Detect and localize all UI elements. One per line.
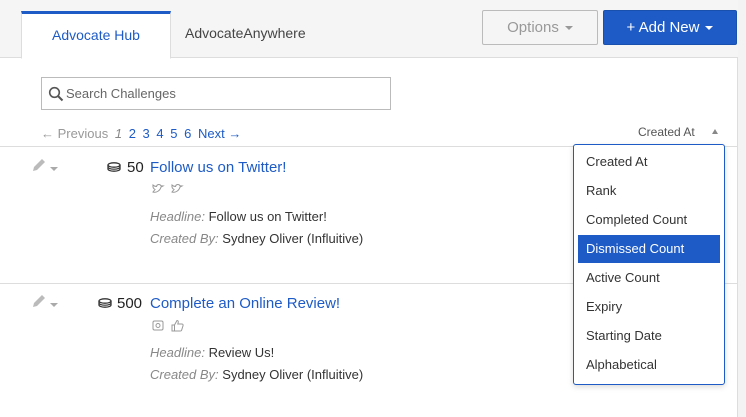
sort-option-completed-count[interactable]: Completed Count xyxy=(578,206,720,234)
sort-caret-icon[interactable] xyxy=(712,129,718,134)
sort-option-expiry[interactable]: Expiry xyxy=(578,293,720,321)
pager-page-5[interactable]: 5 xyxy=(170,126,177,141)
headline-key: Headline: xyxy=(150,209,205,224)
sort-option-dismissed-count[interactable]: Dismissed Count xyxy=(578,235,720,263)
pager-page-3[interactable]: 3 xyxy=(143,126,150,141)
pencil-icon xyxy=(33,159,45,171)
chevron-down-icon xyxy=(705,26,714,31)
thumbs-up-icon xyxy=(171,319,184,332)
review-icon xyxy=(152,320,164,331)
options-button[interactable]: Options xyxy=(482,10,598,45)
pagination: ← Previous 1 2 3 4 5 6 Next → xyxy=(41,126,244,141)
add-new-button[interactable]: + Add New xyxy=(603,10,737,45)
pencil-icon xyxy=(33,295,45,307)
headline-key: Headline: xyxy=(150,345,205,360)
pager-page-6[interactable]: 6 xyxy=(184,126,191,141)
twitter-bird-icon xyxy=(152,183,184,193)
sort-option-rank[interactable]: Rank xyxy=(578,177,720,205)
pager-next[interactable]: Next → xyxy=(198,126,241,141)
chevron-down-icon xyxy=(50,166,58,171)
headline-value: Review Us! xyxy=(208,345,275,360)
pager-current-page: 1 xyxy=(114,126,123,141)
challenge-created-by: Created By: Sydney Oliver (Influitive) xyxy=(150,231,363,246)
sort-dropdown-menu: Created At Rank Completed Count Dismisse… xyxy=(573,144,725,385)
pager-previous[interactable]: ← Previous xyxy=(41,126,108,141)
sort-option-alphabetical[interactable]: Alphabetical xyxy=(578,351,720,379)
coins-icon xyxy=(98,297,112,315)
search-box[interactable] xyxy=(41,77,391,110)
challenge-title[interactable]: Follow us on Twitter! xyxy=(150,159,286,176)
chevron-down-icon xyxy=(50,302,58,307)
challenge-headline: Headline: Review Us! xyxy=(150,345,274,360)
add-new-button-label: + Add New xyxy=(626,19,700,36)
challenge-title[interactable]: Complete an Online Review! xyxy=(150,295,340,312)
created-by-value: Sydney Oliver (Influitive) xyxy=(222,231,364,246)
coins-icon xyxy=(107,161,121,179)
tab-advocate-hub[interactable]: Advocate Hub xyxy=(21,11,171,59)
search-icon xyxy=(48,86,64,107)
pager-page-4[interactable]: 4 xyxy=(156,126,163,141)
sort-option-starting-date[interactable]: Starting Date xyxy=(578,322,720,350)
sort-select[interactable]: Created At xyxy=(638,125,695,139)
headline-value: Follow us on Twitter! xyxy=(208,209,327,224)
edit-menu-toggle[interactable] xyxy=(31,293,58,314)
twitter-icons xyxy=(151,183,187,202)
tab-bar: Advocate Hub AdvocateAnywhere Options + … xyxy=(0,0,738,59)
chevron-down-icon xyxy=(564,26,573,31)
edit-menu-toggle[interactable] xyxy=(31,157,58,178)
created-by-value: Sydney Oliver (Influitive) xyxy=(222,367,364,382)
challenge-created-by: Created By: Sydney Oliver (Influitive) xyxy=(150,367,363,382)
challenge-points: 50 xyxy=(127,159,144,176)
sort-option-active-count[interactable]: Active Count xyxy=(578,264,720,292)
pager-page-2[interactable]: 2 xyxy=(129,126,136,141)
tab-advocate-anywhere[interactable]: AdvocateAnywhere xyxy=(185,11,325,59)
options-button-label: Options xyxy=(507,19,559,36)
created-by-key: Created By: xyxy=(150,367,219,382)
sort-option-created-at[interactable]: Created At xyxy=(578,148,720,176)
search-input[interactable] xyxy=(66,78,386,109)
created-by-key: Created By: xyxy=(150,231,219,246)
challenge-points: 500 xyxy=(117,295,143,312)
review-icons xyxy=(151,319,187,338)
challenge-headline: Headline: Follow us on Twitter! xyxy=(150,209,327,224)
challenges-panel: Advocate Hub AdvocateAnywhere Options + … xyxy=(0,0,738,417)
